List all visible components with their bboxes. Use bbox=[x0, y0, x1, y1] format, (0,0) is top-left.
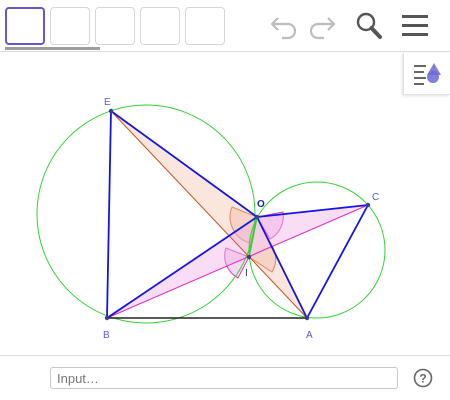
label-e: E bbox=[104, 97, 111, 108]
algebra-input[interactable] bbox=[50, 367, 398, 389]
segment-e-o bbox=[110, 110, 258, 218]
tool-slot-1[interactable] bbox=[5, 7, 45, 45]
tool-slot-2[interactable] bbox=[50, 7, 90, 45]
stylebar-toggle-icon bbox=[414, 63, 441, 85]
segment-e-b bbox=[106, 110, 112, 319]
point-a bbox=[304, 315, 310, 321]
label-c: C bbox=[372, 192, 379, 203]
label-b: B bbox=[103, 330, 110, 341]
menu-icon[interactable] bbox=[398, 10, 432, 42]
tool-slot-5[interactable] bbox=[185, 7, 225, 45]
search-icon[interactable] bbox=[352, 10, 386, 42]
tool-slot-4[interactable] bbox=[140, 7, 180, 45]
geogebra-app: E O C I B A ? bbox=[0, 0, 450, 400]
graphics-view[interactable]: E O C I B A bbox=[0, 53, 450, 355]
label-a: A bbox=[306, 330, 313, 341]
svg-text:?: ? bbox=[419, 372, 426, 386]
tool-slot-3[interactable] bbox=[95, 7, 135, 45]
toolbar bbox=[0, 0, 450, 52]
undo-icon[interactable] bbox=[268, 10, 302, 42]
input-bar bbox=[0, 355, 450, 400]
redo-icon[interactable] bbox=[304, 10, 338, 42]
toolbar-scroll-indicator bbox=[5, 47, 100, 50]
point-i bbox=[246, 254, 252, 260]
point-c bbox=[365, 202, 371, 208]
point-o bbox=[254, 214, 260, 220]
label-o: O bbox=[257, 199, 265, 210]
help-icon[interactable]: ? bbox=[413, 368, 433, 388]
stylebar-toggle[interactable] bbox=[403, 53, 450, 95]
point-e bbox=[108, 108, 114, 114]
point-b bbox=[104, 315, 110, 321]
label-i: I bbox=[245, 268, 248, 279]
